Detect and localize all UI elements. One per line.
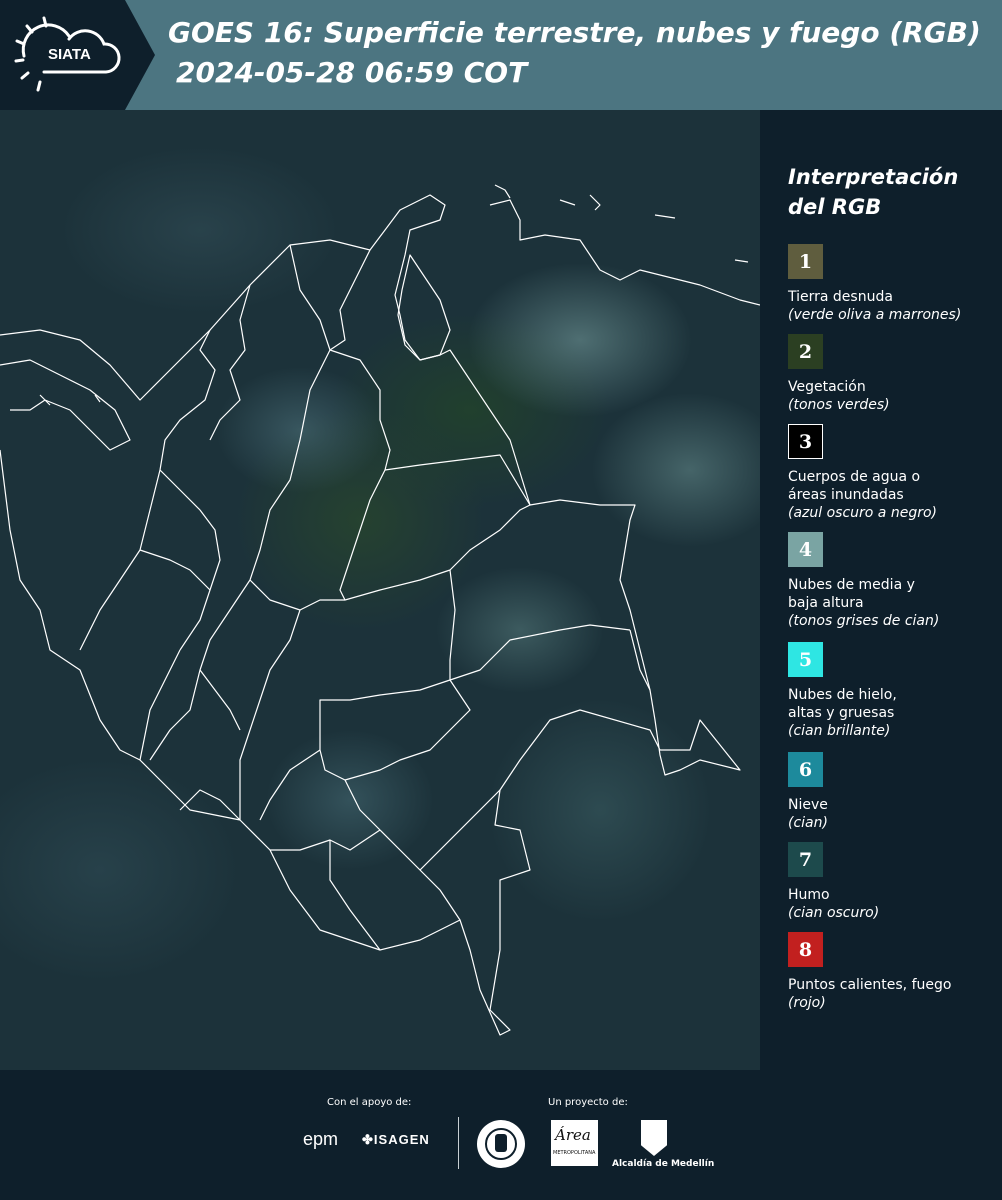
maracaibo-outline (397, 254, 451, 361)
legend-item-5: 5 Nubes de hielo, altas y gruesas (cian … (788, 642, 998, 740)
legend-item-4: 4 Nubes de media y baja altura (tonos gr… (788, 532, 998, 630)
legend-item-3: 3 Cuerpos de agua o áreas inundadas (azu… (788, 424, 998, 522)
epm-logo: epm (303, 1129, 339, 1149)
legend-swatch: 5 (788, 642, 823, 677)
legend-swatch: 8 (788, 932, 823, 967)
legend-title-line2: del RGB (788, 195, 882, 219)
legend-sublabel: (cian oscuro) (788, 905, 880, 921)
siata-logo: SIATA (0, 0, 155, 110)
support-label: Con el apoyo de: (327, 1097, 412, 1108)
isagen-icon: ✤ (362, 1132, 374, 1147)
university-seal (477, 1120, 525, 1168)
satellite-map (0, 110, 760, 1070)
area-metropolitana-logo: Área METROPOLITANA (551, 1120, 598, 1166)
legend-item-1: 1 Tierra desnuda (verde oliva a marrones… (788, 244, 998, 324)
legend-swatch: 7 (788, 842, 823, 877)
colombia-boundaries-map (0, 184, 760, 1036)
legend-swatch: 4 (788, 532, 823, 567)
page-title: GOES 16: Superficie terrestre, nubes y f… (168, 16, 981, 49)
legend-label: Humo (788, 887, 830, 903)
legend-label: Nubes de media y baja altura (788, 577, 915, 611)
legend-item-6: 6 Nieve (cian) (788, 752, 998, 832)
area-logo-sub: METROPOLITANA (553, 1150, 596, 1156)
isagen-text: ISAGEN (373, 1132, 430, 1147)
legend-label: Vegetación (788, 379, 866, 395)
legend-item-8: 8 Puntos calientes, fuego (rojo) (788, 932, 998, 1012)
legend-sublabel: (tonos verdes) (788, 397, 890, 413)
legend-item-7: 7 Humo (cian oscuro) (788, 842, 998, 922)
legend-panel: Interpretación del RGB 1 Tierra desnuda … (760, 110, 1002, 1070)
area-logo-text: Área (555, 1126, 591, 1144)
timestamp: 2024-05-28 06:59 COT (176, 56, 528, 89)
legend-title: Interpretación del RGB (788, 162, 988, 222)
legend-label: Nieve (788, 797, 828, 813)
logo-text: SIATA (48, 46, 91, 63)
legend-title-line1: Interpretación (788, 165, 959, 189)
country-outline (0, 194, 741, 1036)
legend-swatch: 2 (788, 334, 823, 369)
header-banner: SIATA GOES 16: Superficie terrestre, nub… (0, 0, 1002, 110)
legend-sublabel: (azul oscuro a negro) (788, 505, 937, 521)
legend-swatch: 6 (788, 752, 823, 787)
legend-swatch: 3 (788, 424, 823, 459)
alcaldia-text: Alcaldía de Medellín (612, 1159, 715, 1169)
footer: Con el apoyo de: Un proyecto de: epm ✤IS… (0, 1070, 1002, 1200)
legend-label: Nubes de hielo, altas y gruesas (788, 687, 897, 721)
legend-label: Puntos calientes, fuego (788, 977, 952, 993)
medellin-coat-of-arms (641, 1120, 667, 1156)
legend-sublabel: (cian) (788, 815, 828, 831)
legend-swatch: 1 (788, 244, 823, 279)
isagen-logo: ✤ISAGEN (362, 1132, 430, 1148)
legend-sublabel: (cian brillante) (788, 723, 891, 739)
legend-sublabel: (rojo) (788, 995, 826, 1011)
legend-item-2: 2 Vegetación (tonos verdes) (788, 334, 998, 414)
legend-label: Tierra desnuda (788, 289, 893, 305)
legend-sublabel: (tonos grises de cian) (788, 613, 940, 629)
legend-label: Cuerpos de agua o áreas inundadas (788, 469, 921, 503)
footer-divider (458, 1117, 459, 1169)
project-label: Un proyecto de: (548, 1097, 628, 1108)
legend-sublabel: (verde oliva a marrones) (788, 307, 962, 323)
